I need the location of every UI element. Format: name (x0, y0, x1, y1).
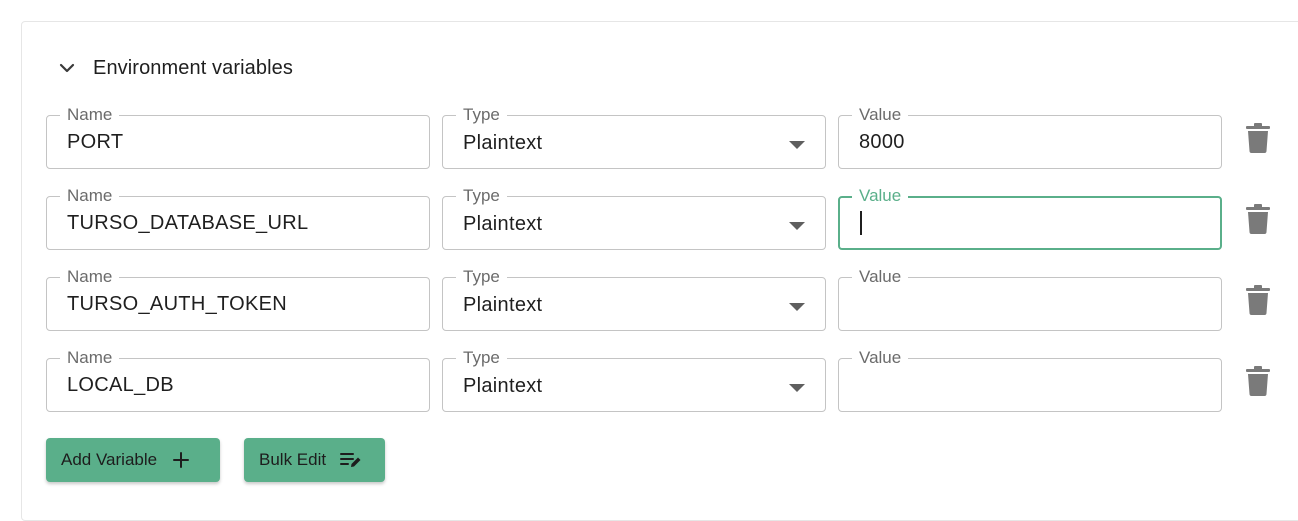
section-header[interactable]: Environment variables (57, 54, 293, 82)
type-value: Plaintext (463, 375, 543, 397)
name-value: TURSO_DATABASE_URL (67, 212, 309, 234)
name-field[interactable]: Name PORT (46, 105, 430, 169)
dropdown-arrow-icon[interactable] (789, 384, 805, 392)
name-label: Name (60, 186, 120, 206)
bulk-edit-label: Bulk Edit (259, 450, 327, 469)
section-title: Environment variables (93, 56, 293, 79)
value-label: Value (852, 348, 909, 368)
plus-icon (173, 452, 190, 468)
dropdown-arrow-icon[interactable] (789, 222, 805, 230)
chevron-down-icon[interactable] (57, 58, 77, 78)
text-cursor (860, 211, 862, 235)
value-field[interactable]: Value 8000 (838, 105, 1222, 169)
add-variable-button[interactable]: Add Variable (46, 438, 220, 482)
type-label: Type (456, 267, 507, 287)
type-select[interactable]: Type Plaintext (442, 105, 826, 169)
name-field[interactable]: Name TURSO_DATABASE_URL (46, 186, 430, 250)
name-label: Name (60, 105, 120, 125)
type-select[interactable]: Type Plaintext (442, 186, 826, 250)
value-field[interactable]: Value (838, 267, 1222, 331)
type-value: Plaintext (463, 213, 543, 235)
type-label: Type (456, 186, 507, 206)
name-label: Name (60, 267, 120, 287)
trash-icon[interactable] (1246, 285, 1270, 315)
type-select[interactable]: Type Plaintext (442, 267, 826, 331)
name-value: PORT (67, 131, 124, 153)
type-value: Plaintext (463, 132, 543, 154)
value-value: 8000 (859, 131, 905, 153)
name-field[interactable]: Name TURSO_AUTH_TOKEN (46, 267, 430, 331)
name-label: Name (60, 348, 120, 368)
trash-icon[interactable] (1246, 123, 1270, 153)
type-label: Type (456, 348, 507, 368)
type-value: Plaintext (463, 294, 543, 316)
value-label: Value (852, 186, 909, 206)
list-edit-icon (340, 452, 362, 468)
trash-icon[interactable] (1246, 204, 1270, 234)
type-label: Type (456, 105, 507, 125)
bulk-edit-button[interactable]: Bulk Edit (244, 438, 385, 482)
name-value: LOCAL_DB (67, 374, 174, 396)
trash-icon[interactable] (1246, 366, 1270, 396)
name-field[interactable]: Name LOCAL_DB (46, 348, 430, 412)
dropdown-arrow-icon[interactable] (789, 141, 805, 149)
add-variable-label: Add Variable (61, 450, 158, 469)
dropdown-arrow-icon[interactable] (789, 303, 805, 311)
value-field[interactable]: Value (838, 186, 1222, 250)
type-select[interactable]: Type Plaintext (442, 348, 826, 412)
value-label: Value (852, 267, 909, 287)
value-field[interactable]: Value (838, 348, 1222, 412)
value-label: Value (852, 105, 909, 125)
name-value: TURSO_AUTH_TOKEN (67, 293, 288, 315)
